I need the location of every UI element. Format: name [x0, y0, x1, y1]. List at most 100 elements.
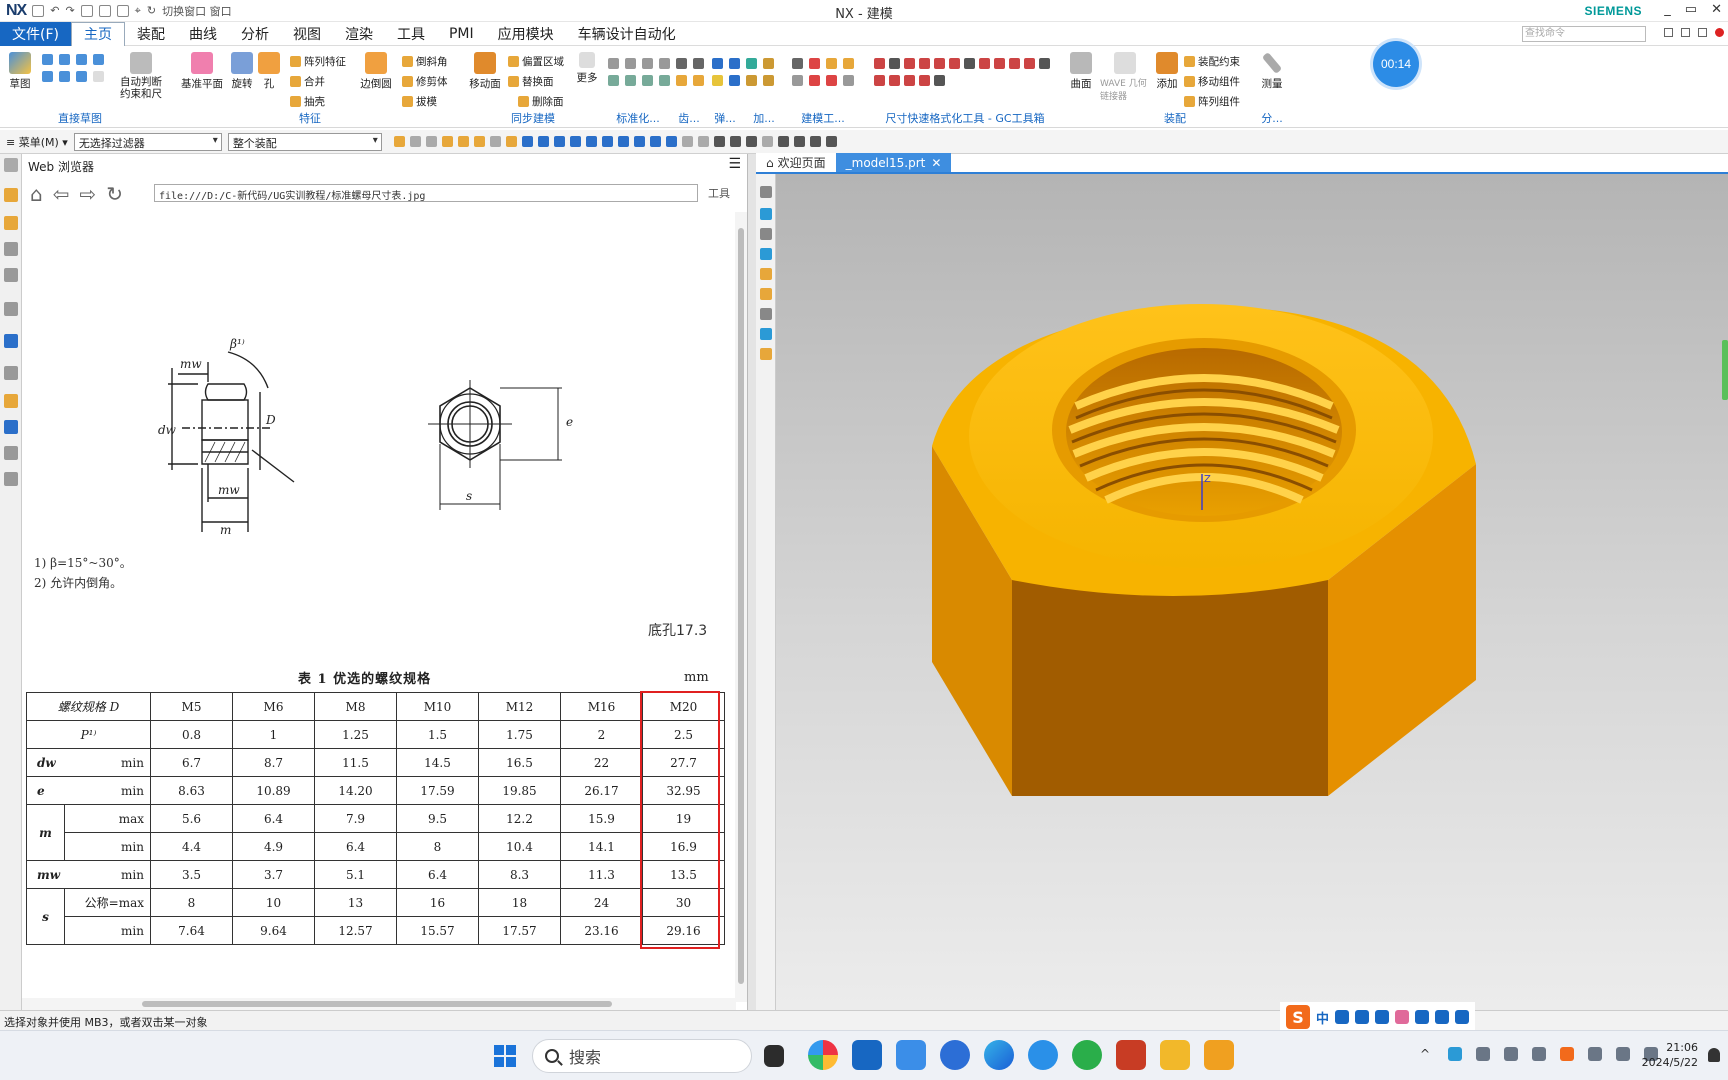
tab-assembly[interactable]: 装配 — [125, 22, 177, 46]
modeling-tool-icon[interactable] — [826, 58, 837, 69]
snap-point-icon[interactable] — [537, 136, 549, 147]
snap-point-icon[interactable] — [521, 136, 533, 147]
search-app-icon[interactable] — [940, 1040, 970, 1070]
tab-render[interactable]: 渲染 — [333, 22, 385, 46]
machining-tool-icon[interactable] — [746, 75, 757, 86]
offset-region-button[interactable]: 偏置区域 — [508, 54, 564, 69]
chamfer-button[interactable]: 倒斜角 — [402, 54, 448, 69]
paste-icon[interactable] — [116, 4, 129, 17]
wave-link-button[interactable]: WAVE 几何链接器 — [1100, 52, 1150, 102]
gc-tool-icon[interactable] — [949, 58, 960, 69]
gc-tool-icon[interactable] — [904, 58, 915, 69]
volume-icon[interactable] — [1616, 1047, 1630, 1061]
spring-tool-icon[interactable] — [729, 58, 740, 69]
machining-tool-icon[interactable] — [746, 58, 757, 69]
scroll-thumb[interactable] — [738, 228, 744, 984]
palette-icon[interactable] — [4, 394, 18, 408]
gc-tool-icon[interactable] — [874, 75, 885, 86]
snap-point-icon[interactable] — [633, 136, 645, 147]
home-icon[interactable]: ⌂ — [30, 182, 43, 206]
std-tool-icon[interactable] — [659, 58, 670, 69]
snap-point-icon[interactable] — [585, 136, 597, 147]
select-tool-icon[interactable] — [425, 136, 437, 147]
gc-tool-icon[interactable] — [874, 58, 885, 69]
cut-icon[interactable] — [80, 4, 93, 17]
modeling-tool-icon[interactable] — [843, 58, 854, 69]
select-tool-icon[interactable] — [393, 136, 405, 147]
snap-point-icon[interactable] — [617, 136, 629, 147]
std-tool-icon[interactable] — [608, 58, 619, 69]
toolbox-icon[interactable] — [1415, 1010, 1430, 1024]
select-tool-icon[interactable] — [409, 136, 421, 147]
settings-gear-icon[interactable] — [4, 158, 18, 172]
gear-tool-icon[interactable] — [693, 58, 704, 69]
pattern-feature-button[interactable]: 阵列特征 — [290, 54, 346, 69]
view-tool-icon[interactable] — [729, 136, 741, 147]
shade-icon[interactable] — [760, 268, 772, 280]
browser-tools-menu[interactable]: 工具 — [708, 185, 730, 201]
modeling-tool-icon[interactable] — [792, 58, 803, 69]
snap-point-icon[interactable] — [649, 136, 661, 147]
sogou-tray-icon[interactable] — [1560, 1047, 1574, 1061]
assembly-navigator-icon[interactable] — [4, 188, 18, 202]
tab-pmi[interactable]: PMI — [437, 22, 486, 46]
close-tab-icon[interactable]: ✕ — [931, 156, 941, 170]
gc-tool-icon[interactable] — [904, 75, 915, 86]
input-method-icon[interactable] — [1532, 1047, 1546, 1061]
view-tool-icon[interactable] — [713, 136, 725, 147]
select-tool-icon[interactable] — [457, 136, 469, 147]
select-tool-icon[interactable] — [489, 136, 501, 147]
nx-taskbar-icon[interactable] — [1204, 1040, 1234, 1070]
gc-tool-icon[interactable] — [919, 75, 930, 86]
rectangle-icon[interactable] — [76, 54, 87, 65]
line-icon[interactable] — [42, 54, 53, 65]
edge-blend-button[interactable]: 边倒圆 — [356, 52, 396, 91]
gc-tool-icon[interactable] — [889, 58, 900, 69]
more-button[interactable]: 更多 — [572, 52, 602, 85]
delete-face-button[interactable]: 删除面 — [518, 94, 564, 109]
reuse-library-icon[interactable] — [4, 268, 18, 282]
snap-point-icon[interactable] — [569, 136, 581, 147]
assembly-constraints-button[interactable]: 装配约束 — [1184, 54, 1240, 69]
tab-welcome[interactable]: ⌂ 欢迎页面 — [756, 153, 836, 172]
ime-chinese-mode[interactable]: 中 — [1316, 1008, 1329, 1027]
gc-tool-icon[interactable] — [1009, 58, 1020, 69]
wechat-icon[interactable] — [1072, 1040, 1102, 1070]
copy-icon[interactable] — [98, 4, 111, 17]
std-tool-icon[interactable] — [625, 58, 636, 69]
gear-tool-icon[interactable] — [693, 75, 704, 86]
tab-curve[interactable]: 曲线 — [177, 22, 229, 46]
snap-point-icon[interactable] — [681, 136, 693, 147]
edge-browser-icon[interactable] — [984, 1040, 1014, 1070]
spring-tool-icon[interactable] — [729, 75, 740, 86]
task-view-icon[interactable] — [764, 1045, 784, 1067]
redo-icon[interactable]: ↷ — [65, 4, 74, 17]
gc-tool-icon[interactable] — [979, 58, 990, 69]
layer-icon[interactable] — [760, 228, 772, 240]
modeling-tool-icon[interactable] — [792, 75, 803, 86]
refresh-icon[interactable]: ↻ — [106, 182, 123, 206]
machining-tool-icon[interactable] — [763, 75, 774, 86]
modeling-tool-icon[interactable] — [809, 58, 820, 69]
selection-scope-dropdown[interactable]: 整个装配 — [227, 132, 382, 151]
maximize-button[interactable]: ▭ — [1685, 2, 1697, 17]
shell-button[interactable]: 抽壳 — [290, 94, 325, 109]
auto-dimension-button[interactable]: 自动判断 约束和尺 — [116, 52, 166, 100]
ime-settings-icon[interactable] — [1455, 1010, 1470, 1024]
select-tool-icon[interactable] — [505, 136, 517, 147]
punctuation-icon[interactable] — [1335, 1010, 1350, 1024]
std-tool-icon[interactable] — [659, 75, 670, 86]
machining-tool-icon[interactable] — [763, 58, 774, 69]
close-button[interactable]: ✕ — [1711, 2, 1722, 17]
repeat-command-icon[interactable]: ↻ — [147, 4, 156, 17]
hole-button[interactable]: 孔 — [256, 52, 282, 91]
gc-tool-icon[interactable] — [934, 75, 945, 86]
tab-applications[interactable]: 应用模块 — [486, 22, 566, 46]
measure-button[interactable]: 测量 — [1252, 52, 1292, 91]
move-component-button[interactable]: 移动组件 — [1184, 74, 1240, 89]
touch-mode-icon[interactable]: ⌖ — [135, 4, 141, 18]
horizontal-scrollbar[interactable] — [22, 998, 736, 1010]
forward-icon[interactable]: ⇨ — [79, 182, 96, 206]
minimize-button[interactable]: _ — [1664, 2, 1671, 17]
history-icon[interactable] — [4, 366, 18, 380]
